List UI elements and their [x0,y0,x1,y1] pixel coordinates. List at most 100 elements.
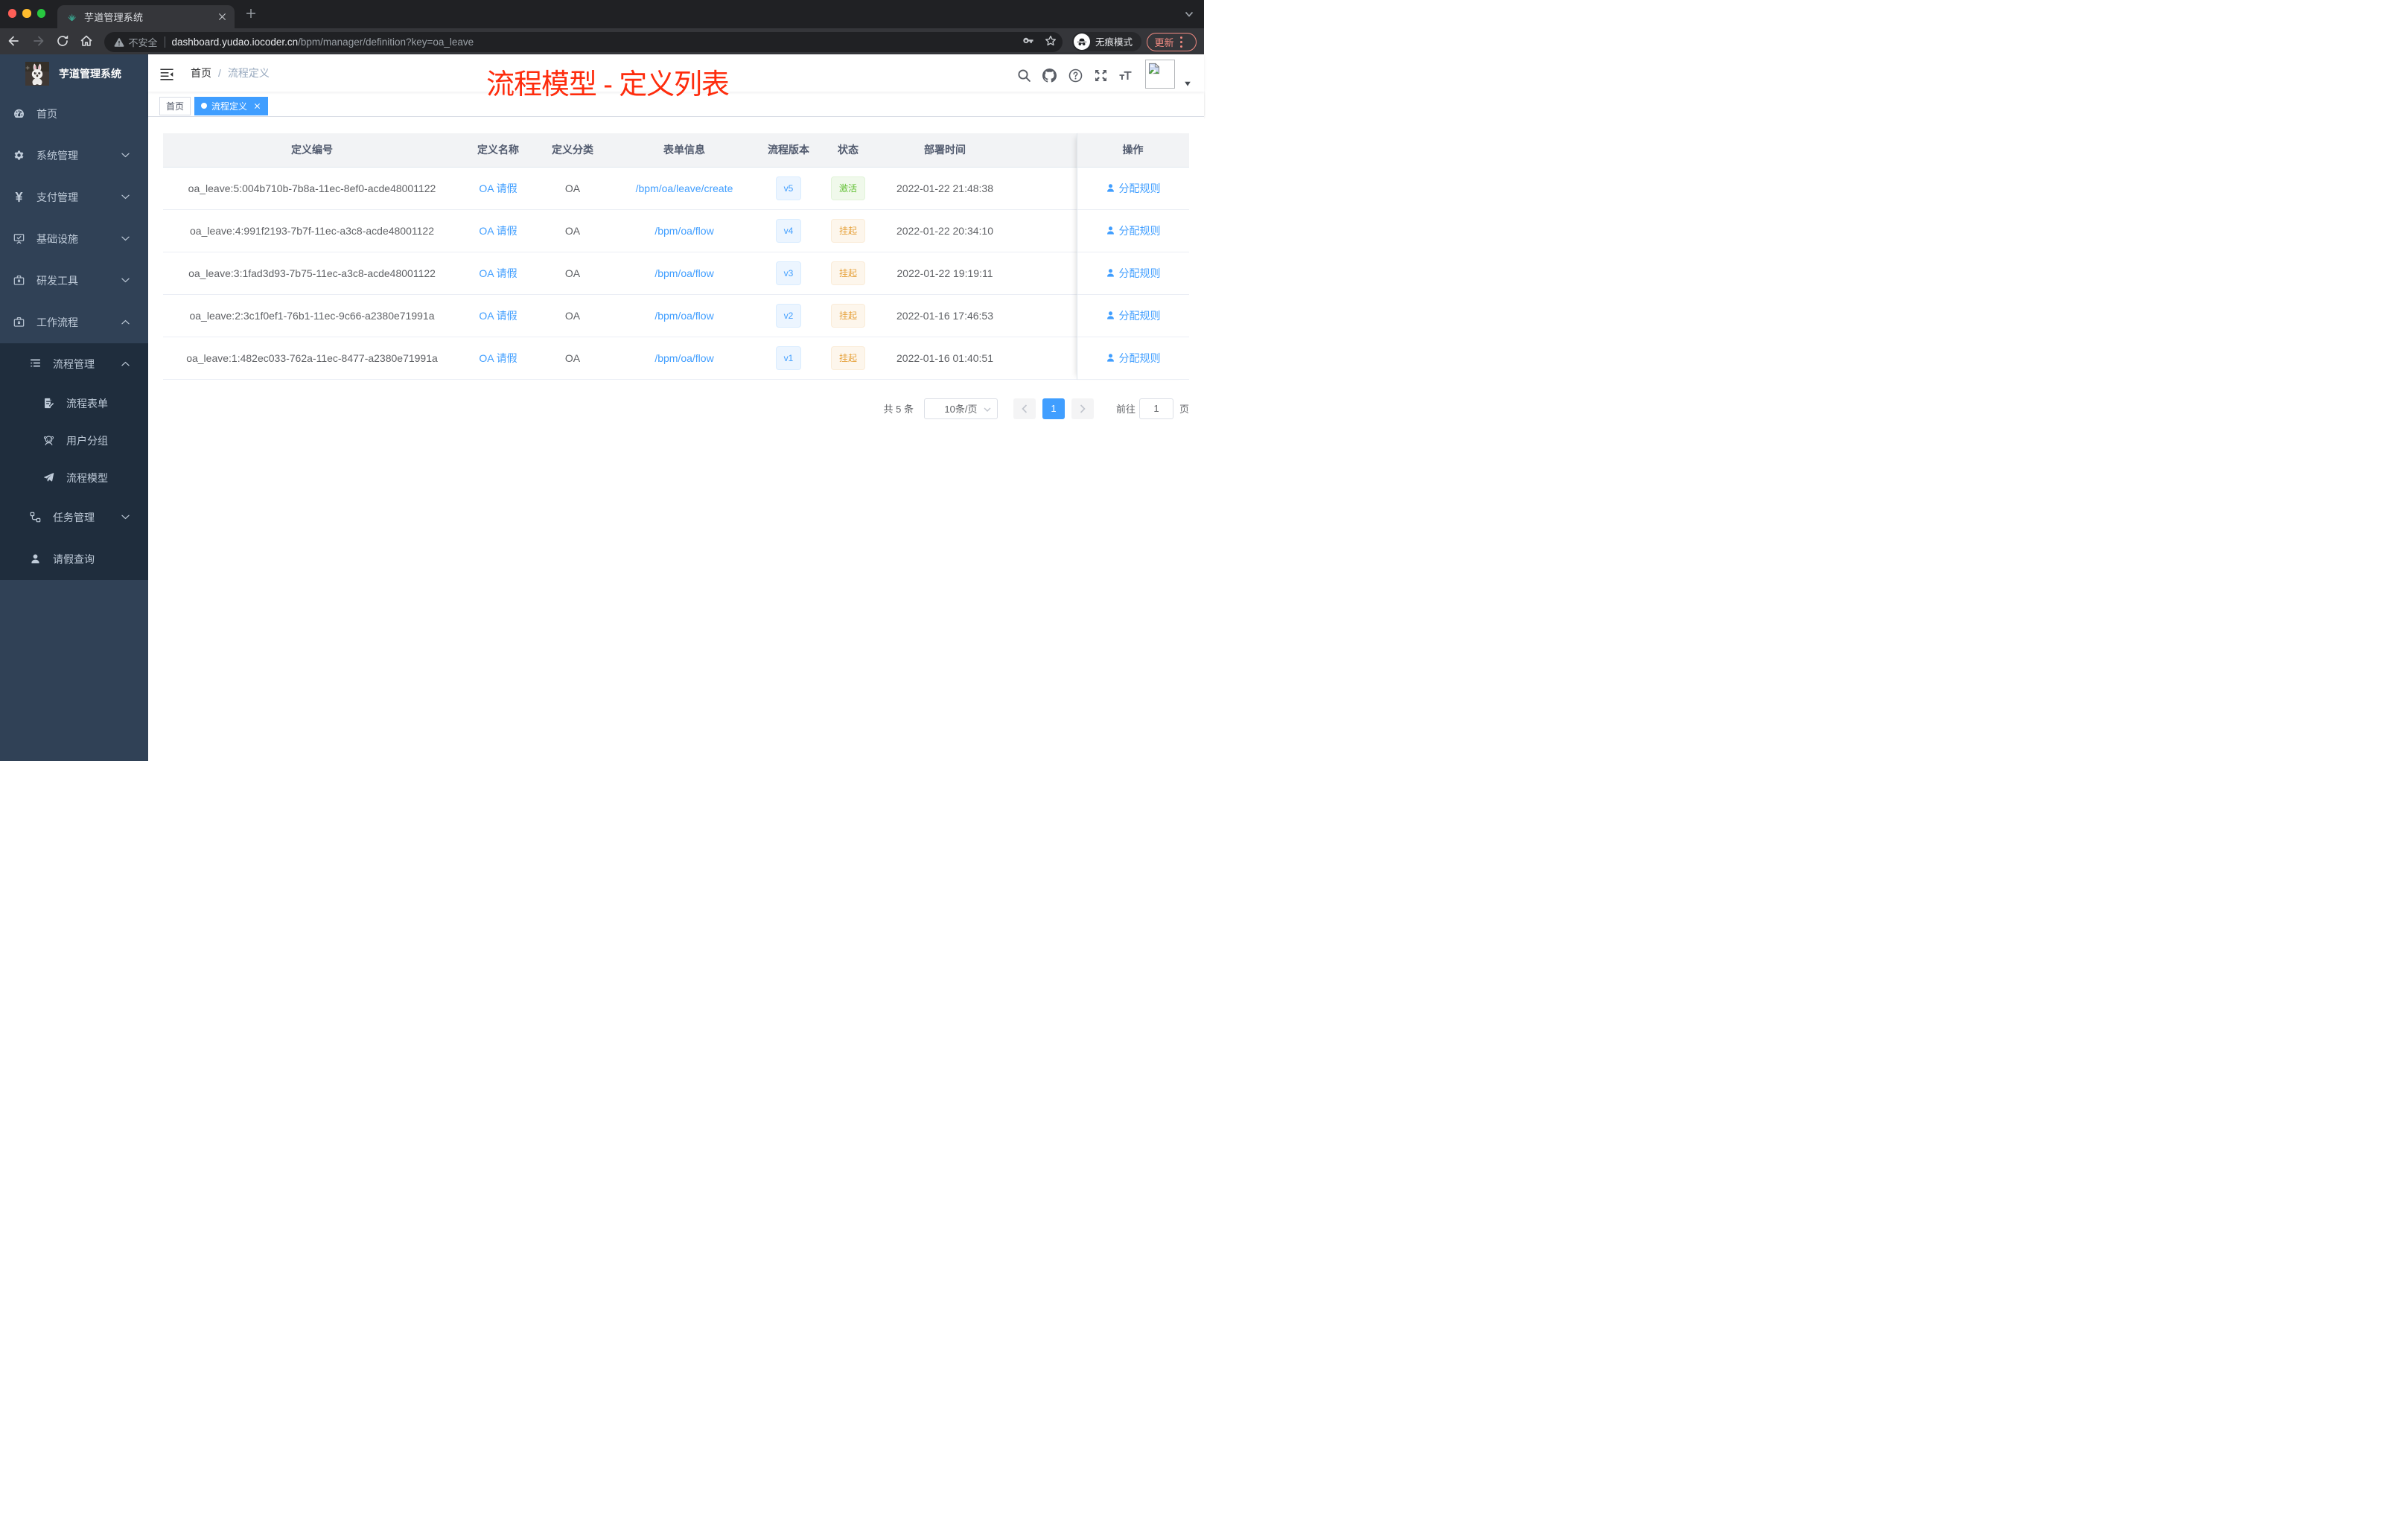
sidebar-item-label: 系统管理 [36,149,78,162]
status-badge: 挂起 [830,303,865,328]
browser-update-button[interactable]: 更新 [1146,33,1197,51]
browser-tabstrip: 芋道管理系统 [0,0,1204,28]
sidebar-item-label: 请假查询 [53,553,95,565]
user-avatar[interactable] [1145,60,1175,89]
chevron-down-icon [121,194,130,200]
user-icon [1106,353,1115,363]
close-window-button[interactable] [8,9,17,18]
sidebar-item-11[interactable]: 请假查询 [0,538,148,580]
assign-rule-button[interactable]: 分配规则 [1106,266,1161,281]
table-row-1: oa_leave:4:991f2193-7b7f-11ec-a3c8-acde4… [163,209,1189,252]
cell-deploy-time: 2022-01-22 19:19:11 [896,267,993,279]
tag-close-icon[interactable] [253,102,261,110]
sidebar-item-5[interactable]: 工作流程 [0,302,148,343]
breadcrumb-home[interactable]: 首页 [191,66,211,80]
security-label[interactable]: 不安全 [129,35,158,49]
not-secure-warning-icon[interactable] [113,37,124,48]
sidebar-item-0[interactable]: 首页 [0,93,148,135]
sidebar-item-label: 任务管理 [53,511,95,523]
assign-rule-label: 分配规则 [1118,182,1161,194]
incognito-label: 无痕模式 [1095,37,1133,48]
column-header: 部署时间 [924,144,966,156]
back-icon[interactable] [7,34,20,48]
fullscreen-icon[interactable] [1094,69,1108,83]
sidebar-item-8[interactable]: 用户分组 [0,422,148,459]
person-icon [30,553,41,564]
definition-name-link[interactable]: OA 请假 [479,308,517,323]
page-jump-input[interactable]: 1 [1138,398,1173,419]
url-bar[interactable]: 不安全 dashboard.yudao.iocoder.cn/bpm/manag… [103,32,1063,52]
table-body: oa_leave:5:004b710b-7b8a-11ec-8ef0-acde4… [163,167,1189,380]
sidebar-item-6[interactable]: 流程管理 [0,343,148,385]
form-info-link[interactable]: /bpm/oa/flow [654,225,713,237]
reload-icon[interactable] [56,34,69,48]
definition-name-link[interactable]: OA 请假 [479,223,517,238]
assign-rule-button[interactable]: 分配规则 [1106,351,1161,366]
bookmark-star-icon[interactable] [1044,34,1057,48]
sidebar-item-2[interactable]: 支付管理 [0,176,148,218]
sidebar-item-4[interactable]: 研发工具 [0,260,148,302]
sidebar-item-label: 首页 [36,107,57,120]
browser-tab[interactable]: 芋道管理系统 [57,5,235,28]
sidebar-item-3[interactable]: 基础设施 [0,218,148,260]
font-size-icon[interactable] [1118,69,1133,83]
sidebar-item-10[interactable]: 任务管理 [0,497,148,538]
status-badge: 挂起 [830,218,865,243]
table-row-2: oa_leave:3:1fad3d93-7b75-11ec-a3c8-acde4… [163,252,1189,295]
sidebar-item-9[interactable]: 流程模型 [0,459,148,497]
sidebar-item-label: 支付管理 [36,191,78,203]
user-icon [1106,226,1115,235]
definition-name-link[interactable]: OA 请假 [479,181,517,196]
home-icon[interactable] [80,34,93,48]
tab-close-icon[interactable] [217,12,227,22]
page-size-select[interactable]: 10条/页 [923,398,998,419]
column-filler [1012,133,1077,167]
password-key-icon[interactable] [1021,34,1034,48]
cell-category: OA [564,182,581,194]
definition-name-link[interactable]: OA 请假 [479,266,517,281]
tag-0[interactable]: 首页 [159,96,191,115]
page-number-button[interactable]: 1 [1042,398,1065,419]
new-tab-button[interactable] [246,8,256,19]
forward-icon[interactable] [32,34,45,48]
send-icon [43,472,54,483]
hamburger-icon[interactable] [159,66,175,83]
search-icon[interactable] [1017,69,1031,83]
avatar-caret-down-icon[interactable] [1185,81,1191,86]
browser-menu-icon[interactable] [1179,36,1182,48]
status-badge: 挂起 [830,261,865,285]
incognito-profile-chip[interactable]: 无痕模式 [1072,31,1141,51]
tab-search-chevron-icon[interactable] [1185,11,1194,18]
assign-rule-button[interactable]: 分配规则 [1106,223,1161,238]
url-text[interactable]: dashboard.yudao.iocoder.cn/bpm/manager/d… [172,36,474,48]
cell-deploy-time: 2022-01-16 01:40:51 [896,351,993,364]
form-info-link[interactable]: /bpm/oa/flow [654,352,713,364]
next-page-button[interactable] [1071,398,1094,419]
cell-category: OA [564,267,581,279]
assign-rule-button[interactable]: 分配规则 [1106,308,1161,323]
traffic-lights[interactable] [8,9,46,18]
zoom-window-button[interactable] [36,9,46,18]
list-icon [30,358,41,369]
cell-deploy-time: 2022-01-16 17:46:53 [896,309,993,322]
github-icon[interactable] [1042,68,1057,83]
sidebar-logo[interactable]: 芋道管理系统 [0,54,148,93]
prev-page-button[interactable] [1013,398,1036,419]
form-info-link[interactable]: /bpm/oa/leave/create [636,182,733,194]
definition-name-link[interactable]: OA 请假 [479,351,517,366]
assign-rule-button[interactable]: 分配规则 [1106,181,1161,196]
help-question-icon[interactable] [1068,69,1083,83]
assign-rule-label: 分配规则 [1118,309,1161,322]
cell-filler [1012,337,1077,379]
sidebar-item-7[interactable]: 流程表单 [0,385,148,422]
form-info-link[interactable]: /bpm/oa/flow [654,310,713,322]
monitor-icon [13,233,25,244]
user-icon [1106,268,1115,278]
tag-label: 流程定义 [211,101,248,112]
dashboard-icon [13,108,25,119]
form-info-link[interactable]: /bpm/oa/flow [654,267,713,279]
broken-image-icon [1149,63,1159,74]
minimize-window-button[interactable] [22,9,31,18]
tag-1[interactable]: 流程定义 [194,96,269,115]
sidebar-item-1[interactable]: 系统管理 [0,135,148,176]
